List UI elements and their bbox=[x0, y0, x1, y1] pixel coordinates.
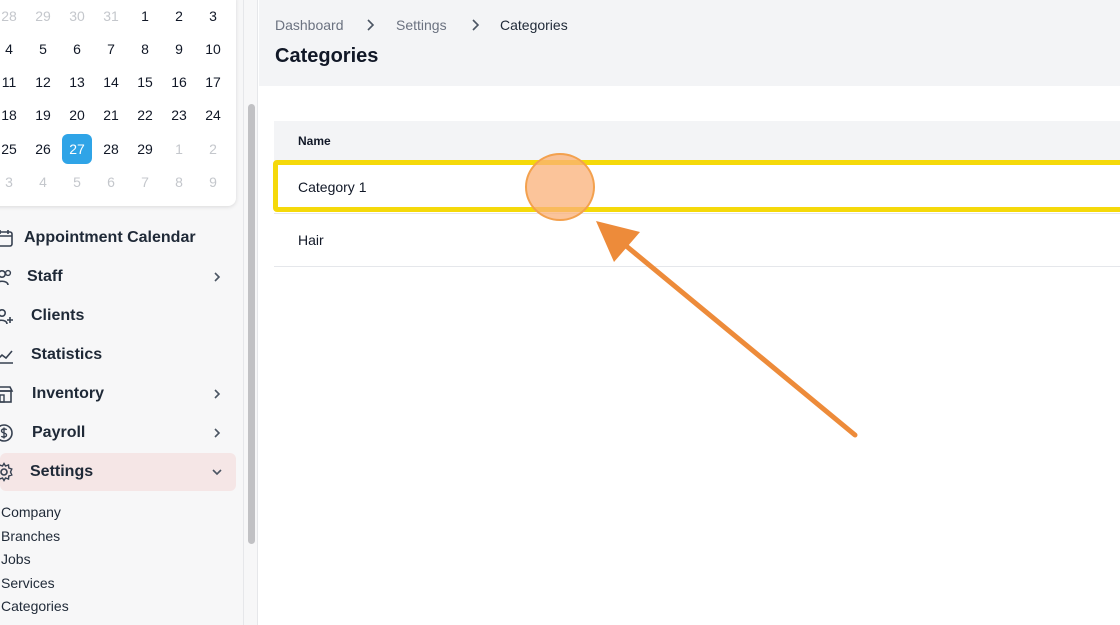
calendar-day[interactable]: 9 bbox=[164, 34, 194, 64]
page-title: Categories bbox=[275, 45, 379, 67]
gear-icon bbox=[0, 462, 13, 482]
calendar-day[interactable]: 7 bbox=[96, 34, 126, 64]
calendar-day[interactable]: 16 bbox=[164, 67, 194, 97]
calendar-day[interactable]: 17 bbox=[198, 67, 228, 97]
sidebar-scrollbar-thumb[interactable] bbox=[248, 104, 255, 544]
calendar-day[interactable]: 5 bbox=[62, 167, 92, 197]
table-row[interactable]: Hair bbox=[274, 214, 1120, 267]
calendar-day[interactable]: 22 bbox=[130, 100, 160, 130]
calendar-day[interactable]: 13 bbox=[62, 67, 92, 97]
sidebar-item-label: Settings bbox=[30, 463, 94, 480]
calendar-day[interactable]: 30 bbox=[62, 1, 92, 31]
calendar-day[interactable]: 12 bbox=[28, 67, 58, 97]
calendar-day[interactable]: 7 bbox=[130, 167, 160, 197]
mini-calendar: 28 29 30 31 1 2 3 4 5 6 7 8 9 10 11 12 13 14 15 16 17 18 19 20 2… bbox=[0, 0, 236, 206]
calendar-day[interactable]: 15 bbox=[130, 67, 160, 97]
sidebar: 28 29 30 31 1 2 3 4 5 6 7 8 9 10 11 12 13 14 15 16 17 18 19 20 2… bbox=[0, 0, 244, 625]
calendar-day[interactable]: 11 bbox=[0, 67, 24, 97]
column-header-name[interactable]: Name bbox=[298, 134, 331, 148]
calendar-day[interactable]: 26 bbox=[28, 134, 58, 164]
chevron-right-icon[interactable] bbox=[210, 387, 224, 401]
calendar-day-selected[interactable]: 27 bbox=[62, 134, 92, 164]
sidebar-item-label: Statistics bbox=[31, 346, 103, 363]
sidebar-item-label: Clients bbox=[31, 307, 85, 324]
dollar-icon bbox=[0, 424, 13, 442]
page-header: Dashboard Settings Categories Categories bbox=[259, 0, 1120, 86]
chart-line-icon bbox=[0, 350, 13, 364]
calendar-day[interactable]: 8 bbox=[130, 34, 160, 64]
sidebar-item-statistics[interactable]: Statistics bbox=[0, 336, 236, 374]
calendar-day[interactable]: 29 bbox=[28, 1, 58, 31]
chevron-right-icon[interactable] bbox=[210, 270, 224, 284]
settings-subitem-jobs[interactable]: Jobs bbox=[1, 551, 31, 567]
calendar-day[interactable]: 28 bbox=[96, 134, 126, 164]
breadcrumb-dashboard[interactable]: Dashboard bbox=[275, 17, 344, 33]
breadcrumb-categories: Categories bbox=[500, 17, 568, 33]
settings-subitem-company[interactable]: Company bbox=[1, 504, 61, 520]
calendar-day[interactable]: 19 bbox=[28, 100, 58, 130]
breadcrumb-settings[interactable]: Settings bbox=[396, 17, 447, 33]
main-content: Dashboard Settings Categories Categories… bbox=[259, 0, 1120, 625]
add-user-icon bbox=[0, 309, 13, 325]
calendar-day[interactable]: 4 bbox=[0, 34, 24, 64]
sidebar-item-label: Inventory bbox=[32, 385, 105, 402]
calendar-day[interactable]: 1 bbox=[130, 1, 160, 31]
calendar-day[interactable]: 5 bbox=[28, 34, 58, 64]
calendar-day[interactable]: 18 bbox=[0, 100, 24, 130]
chevron-right-icon[interactable] bbox=[210, 426, 224, 440]
calendar-day[interactable]: 2 bbox=[164, 1, 194, 31]
calendar-day[interactable]: 31 bbox=[96, 1, 126, 31]
sidebar-item-staff[interactable]: Staff bbox=[0, 258, 236, 296]
settings-subitem-categories[interactable]: Categories bbox=[1, 598, 69, 614]
calendar-day[interactable]: 20 bbox=[62, 100, 92, 130]
sidebar-item-settings[interactable]: Settings bbox=[0, 453, 236, 491]
calendar-day[interactable]: 9 bbox=[198, 167, 228, 197]
sidebar-item-clients[interactable]: Clients bbox=[0, 297, 236, 335]
click-indicator bbox=[525, 153, 595, 221]
calendar-day[interactable]: 6 bbox=[62, 34, 92, 64]
calendar-day[interactable]: 23 bbox=[164, 100, 194, 130]
sidebar-item-inventory[interactable]: Inventory bbox=[0, 375, 236, 413]
chevron-right-icon bbox=[472, 19, 480, 31]
table-header: Name bbox=[274, 121, 1120, 161]
category-name: Hair bbox=[298, 232, 324, 248]
calendar-day[interactable]: 3 bbox=[0, 167, 24, 197]
chevron-right-icon bbox=[367, 19, 375, 31]
calendar-day[interactable]: 1 bbox=[164, 134, 194, 164]
calendar-day[interactable]: 6 bbox=[96, 167, 126, 197]
row-highlight-box bbox=[273, 160, 1120, 212]
calendar-day[interactable]: 25 bbox=[0, 134, 24, 164]
sidebar-item-appointment-calendar[interactable]: Appointment Calendar bbox=[0, 219, 236, 257]
sidebar-item-payroll[interactable]: Payroll bbox=[0, 414, 236, 452]
calendar-day[interactable]: 29 bbox=[130, 134, 160, 164]
calendar-day[interactable]: 28 bbox=[0, 1, 24, 31]
settings-subitem-services[interactable]: Services bbox=[1, 575, 55, 591]
store-icon bbox=[0, 386, 14, 403]
settings-subitem-branches[interactable]: Branches bbox=[1, 528, 60, 544]
calendar-day[interactable]: 21 bbox=[96, 100, 126, 130]
calendar-day[interactable]: 4 bbox=[28, 167, 58, 197]
sidebar-item-label: Payroll bbox=[32, 424, 86, 441]
calendar-day[interactable]: 8 bbox=[164, 167, 194, 197]
calendar-day[interactable]: 2 bbox=[198, 134, 228, 164]
calendar-icon bbox=[0, 230, 13, 247]
sidebar-item-label: Staff bbox=[27, 268, 63, 285]
calendar-day[interactable]: 3 bbox=[198, 1, 228, 31]
calendar-day[interactable]: 14 bbox=[96, 67, 126, 97]
calendar-day[interactable]: 10 bbox=[198, 34, 228, 64]
chevron-down-icon[interactable] bbox=[210, 465, 224, 479]
staff-icon bbox=[0, 269, 12, 286]
sidebar-item-label: Appointment Calendar bbox=[24, 229, 196, 246]
calendar-day[interactable]: 24 bbox=[198, 100, 228, 130]
